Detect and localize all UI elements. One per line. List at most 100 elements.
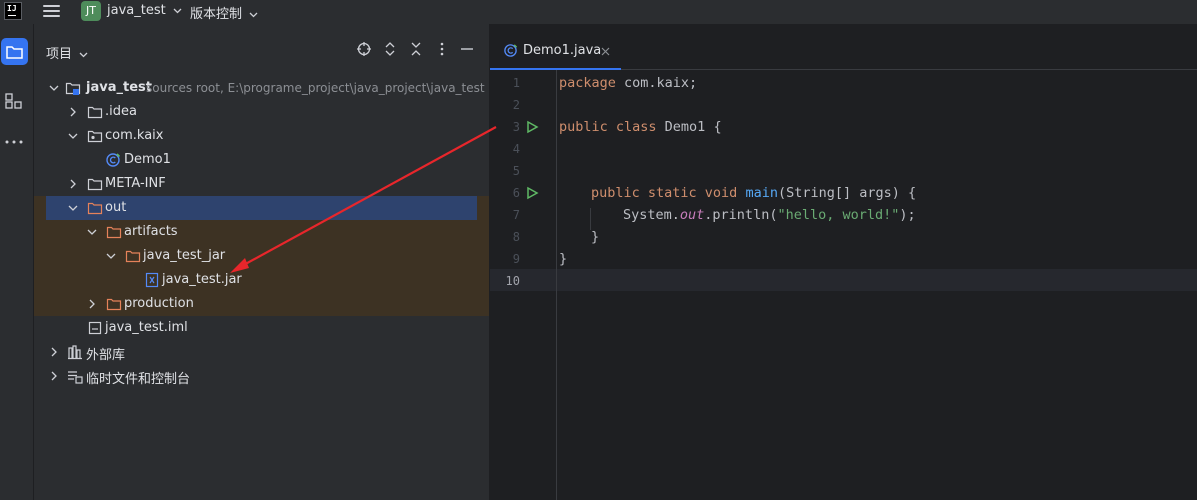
jar-icon <box>145 272 159 288</box>
tree-item-label: java_test_jar <box>143 248 226 263</box>
module-folder-icon <box>65 82 81 95</box>
more-tools-button[interactable] <box>3 131 25 153</box>
run-icon[interactable] <box>525 186 539 200</box>
code-line-8[interactable]: } <box>591 229 599 245</box>
project-name: java_test <box>107 3 166 18</box>
java-class-icon <box>504 44 518 57</box>
project-badge[interactable]: JT <box>81 1 101 21</box>
expand-all-icon <box>385 42 395 56</box>
project-selector[interactable]: java_test <box>107 3 182 18</box>
excluded-folder-icon <box>125 250 141 263</box>
panel-title: 项目 <box>46 47 73 62</box>
indent-guide <box>590 208 591 230</box>
editor-gutter: 1 2 3 4 5 6 7 8 9 10 <box>490 70 557 500</box>
line-number: 9 <box>512 252 520 266</box>
package-icon <box>87 130 103 143</box>
code-line-6[interactable]: public static void main(String[] args) { <box>591 185 916 201</box>
tree-item-label: production <box>124 296 194 311</box>
tree-item-production[interactable]: production <box>34 292 489 316</box>
tab-demo1-java[interactable]: Demo1.java <box>490 24 621 70</box>
chevron-right-icon[interactable] <box>66 105 80 119</box>
folder-icon <box>6 46 23 59</box>
editor-area: Demo1.java 1 2 3 4 5 6 7 8 9 10 package … <box>490 24 1197 500</box>
scratches-icon <box>68 371 83 384</box>
logo-text: IJ <box>7 4 17 13</box>
tool-window-strip <box>0 24 34 500</box>
main-menu-icon[interactable] <box>43 3 61 19</box>
crosshair-icon <box>357 42 371 56</box>
code-line-7[interactable]: System.out.println("hello, world!"); <box>623 207 916 223</box>
line-number: 3 <box>512 120 520 134</box>
title-bar: IJ JT java_test 版本控制 <box>0 0 1197 24</box>
tree-item-label: 外部库 <box>86 348 126 363</box>
collapse-all-icon <box>411 42 421 56</box>
code-line-3[interactable]: public class Demo1 { <box>559 119 722 135</box>
vcs-menu[interactable]: 版本控制 <box>190 3 258 22</box>
chevron-right-icon[interactable] <box>47 369 61 383</box>
chevron-right-icon[interactable] <box>47 345 61 359</box>
tree-item-demo1[interactable]: Demo1 <box>34 148 489 172</box>
tree-item-scratches[interactable]: 临时文件和控制台 <box>34 364 489 388</box>
run-icon[interactable] <box>525 120 539 134</box>
chevron-down-icon <box>173 8 182 14</box>
excluded-folder-icon <box>106 298 122 311</box>
more-icon <box>5 140 23 144</box>
tree-item-out[interactable]: out <box>34 196 489 220</box>
line-number: 7 <box>512 208 520 222</box>
current-line-highlight <box>490 269 1197 291</box>
excluded-folder-icon <box>87 202 103 215</box>
structure-icon <box>5 93 22 109</box>
library-icon <box>68 345 82 360</box>
project-view-selector[interactable]: 项目 <box>46 43 88 62</box>
vcs-label: 版本控制 <box>190 7 243 22</box>
project-tool-button[interactable] <box>1 38 28 65</box>
hide-panel-button[interactable] <box>459 41 475 61</box>
java-class-icon <box>106 153 121 167</box>
tree-item-external-libraries[interactable]: 外部库 <box>34 340 489 364</box>
structure-tool-button[interactable] <box>3 90 25 112</box>
options-button[interactable] <box>434 41 450 61</box>
tab-label: Demo1.java <box>523 43 602 58</box>
chevron-right-icon[interactable] <box>66 177 80 191</box>
expand-all-button[interactable] <box>382 41 398 61</box>
intellij-logo[interactable]: IJ <box>4 2 22 20</box>
line-number: 4 <box>512 142 520 156</box>
tree-item-label: out <box>105 200 127 215</box>
line-number: 8 <box>512 230 520 244</box>
minimize-icon <box>461 48 473 50</box>
tree-item-java-test-jar[interactable]: java_test_jar <box>34 244 489 268</box>
iml-file-icon <box>88 321 102 335</box>
chevron-down-icon[interactable] <box>47 81 61 95</box>
line-number: 6 <box>512 186 520 200</box>
tree-item-java-test-jar-file[interactable]: java_test.jar <box>34 268 489 292</box>
tree-item-path: sources root, E:\programe_project\java_p… <box>146 81 485 95</box>
code-line-1[interactable]: package com.kaix; <box>559 75 697 91</box>
chevron-down-icon[interactable] <box>66 201 80 215</box>
tree-item-meta-inf[interactable]: META-INF <box>34 172 489 196</box>
tree-item-label: 临时文件和控制台 <box>86 372 191 387</box>
tree-item-label: com.kaix <box>105 128 164 143</box>
line-number: 1 <box>512 76 520 90</box>
tree-item-java-test[interactable]: java_test sources root, E:\programe_proj… <box>34 76 489 100</box>
tree-item-artifacts[interactable]: artifacts <box>34 220 489 244</box>
tree-item-com-kaix[interactable]: com.kaix <box>34 124 489 148</box>
tree-item-idea[interactable]: .idea <box>34 100 489 124</box>
line-number: 2 <box>512 98 520 112</box>
tree-item-java-test-iml[interactable]: java_test.iml <box>34 316 489 340</box>
chevron-right-icon[interactable] <box>85 297 99 311</box>
kebab-menu-icon <box>440 42 444 56</box>
chevron-down-icon[interactable] <box>104 249 118 263</box>
tree-item-label: META-INF <box>105 176 166 191</box>
line-number: 10 <box>505 274 520 288</box>
tree-item-label: java_test <box>86 80 152 95</box>
editor-tab-bar: Demo1.java <box>490 24 1197 70</box>
code-line-9[interactable]: } <box>559 251 567 267</box>
chevron-down-icon[interactable] <box>66 129 80 143</box>
select-opened-file-button[interactable] <box>356 41 372 61</box>
collapse-all-button[interactable] <box>408 41 424 61</box>
tree-item-label: java_test.iml <box>105 320 188 335</box>
tree-item-label: Demo1 <box>124 152 171 167</box>
chevron-down-icon <box>79 52 88 58</box>
chevron-down-icon[interactable] <box>85 225 99 239</box>
close-icon[interactable] <box>601 47 610 56</box>
